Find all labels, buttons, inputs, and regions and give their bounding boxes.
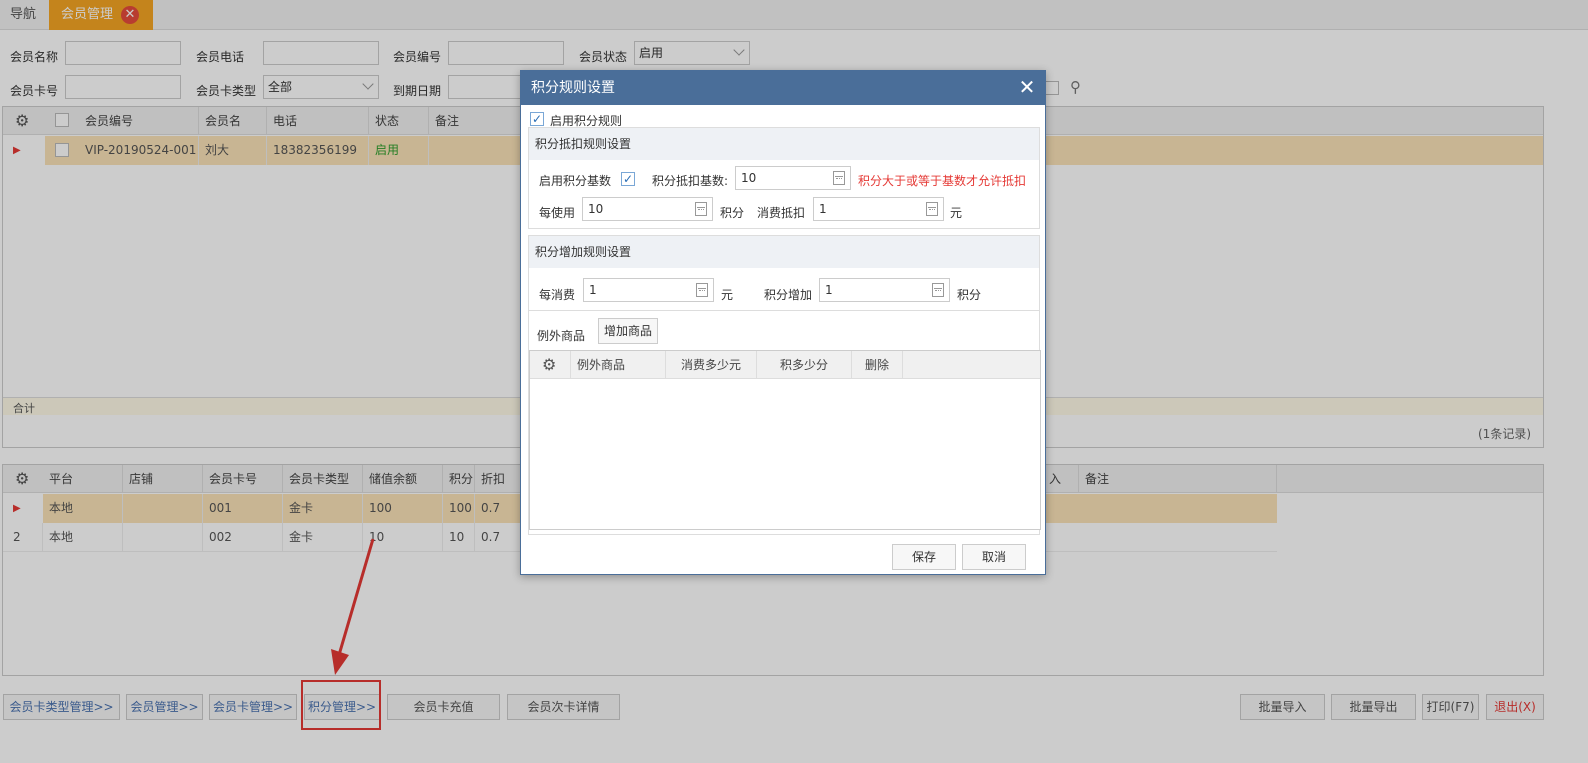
col-points-amount[interactable]: 积多少分 [757,351,852,379]
col-except-goods[interactable]: 例外商品 [570,351,666,379]
calculator-icon[interactable] [932,283,944,297]
per-use-value: 10 [588,202,604,216]
deduct-section-title: 积分抵扣规则设置 [529,128,1039,160]
points-unit-label: 积分 [720,206,745,220]
points-rule-dialog: 积分规则设置 ✕ ✓ 启用积分规则 积分抵扣规则设置 启用积分基数 ✓ 积分抵扣… [520,70,1046,575]
enable-base-label: 启用积分基数 [539,174,612,188]
deduct-section: 积分抵扣规则设置 启用积分基数 ✓ 积分抵扣基数: 10 积分大于或等于基数才允… [528,127,1040,229]
add-section-title: 积分增加规则设置 [529,236,1039,268]
deduct-value: 1 [819,202,827,216]
gear-icon[interactable]: ⚙ [542,355,556,374]
base-value: 10 [741,171,757,185]
enable-rule-checkbox[interactable]: ✓ [530,112,544,126]
deduct-input[interactable]: 1 [813,197,944,221]
except-goods-table: ⚙ 例外商品 消费多少元 积多少分 删除 [529,350,1041,530]
add-goods-button[interactable]: 增加商品 [598,318,658,344]
except-goods-label: 例外商品 [537,329,586,343]
calculator-icon[interactable] [695,202,707,216]
col-consume-amount[interactable]: 消费多少元 [666,351,757,379]
save-button[interactable]: 保存 [892,544,956,570]
except-table-header: ⚙ 例外商品 消费多少元 积多少分 删除 [530,351,1040,379]
base-label: 积分抵扣基数: [652,174,729,188]
calculator-icon[interactable] [833,171,845,185]
yuan-unit-label: 元 [721,288,734,302]
close-icon[interactable]: ✕ [1015,75,1039,99]
cancel-button[interactable]: 取消 [962,544,1026,570]
deduct-label: 消费抵扣 [757,206,806,220]
add-section: 积分增加规则设置 每消费 1 元 积分增加 1 积分 例外商品 增加商品 ⚙ 例… [528,235,1041,535]
per-consume-input[interactable]: 1 [583,278,714,302]
add-points-value: 1 [825,283,833,297]
dialog-title: 积分规则设置 [521,71,1045,105]
divider [529,310,1039,311]
per-consume-label: 每消费 [539,288,576,302]
base-hint: 积分大于或等于基数才允许抵扣 [858,174,1027,188]
per-consume-value: 1 [589,283,597,297]
per-use-input[interactable]: 10 [582,197,713,221]
add-points-input[interactable]: 1 [819,278,950,302]
calculator-icon[interactable] [696,283,708,297]
calculator-icon[interactable] [926,202,938,216]
per-use-label: 每使用 [539,206,576,220]
points-unit-label: 积分 [957,288,982,302]
yuan-unit-label: 元 [950,206,963,220]
col-delete[interactable]: 删除 [852,351,903,379]
base-input[interactable]: 10 [735,166,851,190]
enable-base-checkbox[interactable]: ✓ [621,172,635,186]
add-points-label: 积分增加 [764,288,813,302]
